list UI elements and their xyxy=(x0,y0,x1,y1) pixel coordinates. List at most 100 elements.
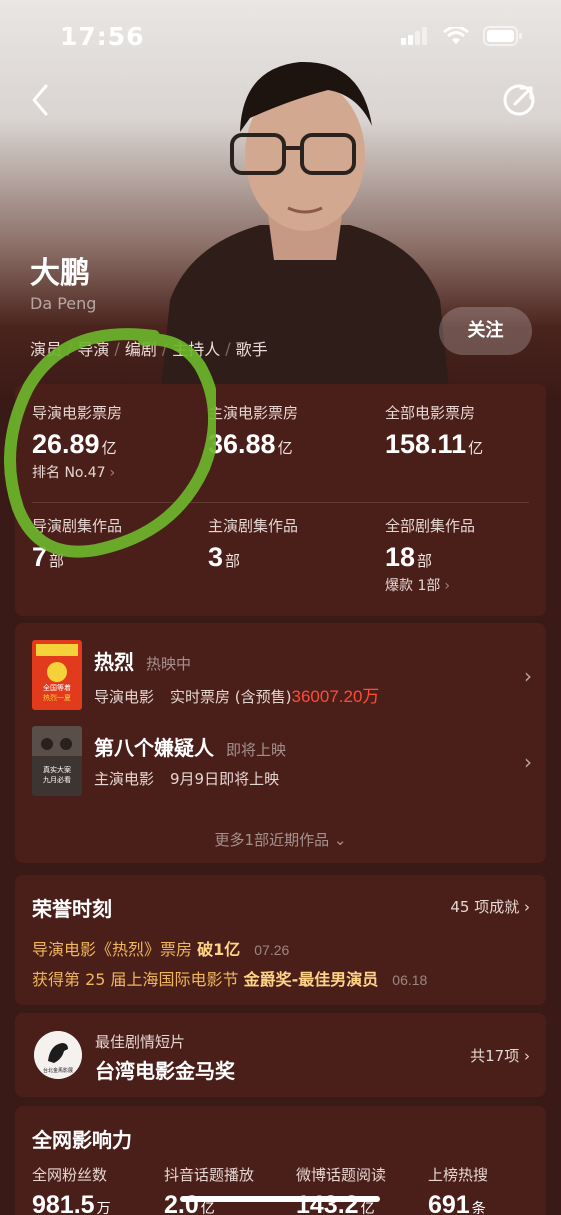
influence-value: 143.2 亿 xyxy=(296,1191,386,1215)
honors-card: 荣誉时刻 45 项成就 › 导演电影《热烈》票房 破1亿 07.26 获得第 25… xyxy=(15,875,546,1005)
hit-series-link[interactable]: 爆款 1部 › xyxy=(385,575,475,595)
award-name: 台湾电影金马奖 xyxy=(95,1059,235,1083)
stat-lead-series[interactable]: 主演剧集作品 3部 xyxy=(208,515,298,573)
box-office-stats-card: 导演电影票房 26.89 亿 排名 No.47 › 主演电影票房 36.88 亿 全部… xyxy=(15,384,546,616)
stat-number: 18 xyxy=(385,542,416,572)
stat-all-series[interactable]: 全部剧集作品 18 部 爆款 1部 › xyxy=(385,515,475,595)
work-title: 热烈 xyxy=(94,650,134,674)
work-title-row: 第八个嫌疑人 即将上映 xyxy=(94,732,286,761)
stat-value: 36.88 亿 xyxy=(208,429,298,460)
influence-label: 抖音话题播放 xyxy=(164,1166,255,1184)
chevron-right-icon: › xyxy=(524,664,532,688)
role-list: 演员 / 导演 / 编剧 / 主持人 / 歌手 xyxy=(30,336,268,360)
work-meta: 实时票房 (含预售) xyxy=(170,688,292,706)
wifi-icon xyxy=(443,27,469,44)
stat-unit: 部 xyxy=(225,552,241,570)
role-screenwriter: 编剧 xyxy=(124,340,157,359)
award-count: 共17项 xyxy=(470,1047,520,1065)
work-role: 主演电影 xyxy=(94,770,155,788)
stat-director-box-office[interactable]: 导演电影票房 26.89 亿 排名 No.47 › xyxy=(32,402,122,482)
work-status: 即将上映 xyxy=(226,741,287,759)
influence-stat: 全网粉丝数 981.5 万 xyxy=(32,1164,111,1215)
stat-label: 全部剧集作品 xyxy=(385,517,476,535)
role-director: 导演 xyxy=(77,340,110,359)
role-separator: / xyxy=(114,338,120,358)
stat-value: 158.11 亿 xyxy=(385,429,483,460)
award-card[interactable]: 台北金馬影展 最佳剧情短片 台湾电影金马奖 共17项 › xyxy=(15,1013,546,1097)
influence-unit: 万 xyxy=(96,1201,111,1215)
work-item-relie[interactable]: 全国等着 热烈一夏 热烈 热映中 导演电影 实时票房 (含预售)36007.20万 … xyxy=(32,640,532,710)
follow-button[interactable]: 关注 xyxy=(439,307,532,355)
logo-text: 台北金馬影展 xyxy=(43,1067,73,1074)
poster-text: 真实大案 xyxy=(43,765,71,774)
influence-number: 981.5 xyxy=(32,1191,95,1215)
ranking-link[interactable]: 排名 No.47 › xyxy=(32,462,122,482)
profile-hero: 17:56 大鹏 Da Peng 演员 / 导演 / 编剧 / 主持人 / 歌手… xyxy=(0,0,561,400)
stat-lead-box-office[interactable]: 主演电影票房 36.88 亿 xyxy=(208,402,298,460)
chevron-right-icon: › xyxy=(444,578,450,594)
poster-text: 热烈一夏 xyxy=(43,693,71,702)
influence-value: 691 条 xyxy=(428,1191,488,1215)
stat-director-series[interactable]: 导演剧集作品 7部 xyxy=(32,515,122,573)
stat-number: 26.89 xyxy=(32,429,100,459)
honor-date: 06.18 xyxy=(392,972,428,988)
movie-poster-relie: 全国等着 热烈一夏 xyxy=(32,640,82,710)
stat-all-box-office[interactable]: 全部电影票房 158.11 亿 xyxy=(385,402,483,460)
influence-title: 全网影响力 xyxy=(32,1128,132,1152)
chevron-right-icon: › xyxy=(524,1047,530,1065)
honor-text: 导演电影《热烈》票房 xyxy=(32,940,193,959)
stat-unit: 亿 xyxy=(101,439,117,457)
share-button[interactable] xyxy=(499,80,539,120)
home-indicator[interactable] xyxy=(180,1196,380,1202)
work-meta: 9月9日即将上映 xyxy=(170,770,280,788)
stat-unit: 部 xyxy=(49,552,65,570)
stat-value: 18 部 xyxy=(385,542,475,573)
recent-works-card: 全国等着 热烈一夏 热烈 热映中 导演电影 实时票房 (含预售)36007.20万 … xyxy=(15,623,546,863)
stat-label: 导演电影票房 xyxy=(32,404,123,422)
influence-unit: 条 xyxy=(471,1201,486,1215)
back-button[interactable] xyxy=(24,80,60,120)
work-meta-row: 主演电影 9月9日即将上映 xyxy=(94,768,279,789)
award-category: 最佳剧情短片 xyxy=(95,1033,186,1051)
influence-stat: 上榜热搜 691 条 xyxy=(428,1164,488,1215)
role-singer: 歌手 xyxy=(235,340,268,359)
chevron-down-icon: ⌄ xyxy=(333,831,347,849)
cellular-signal-icon xyxy=(401,27,427,45)
honor-highlight: 金爵奖-最佳男演员 xyxy=(243,970,379,989)
honor-item: 导演电影《热烈》票房 破1亿 07.26 xyxy=(32,936,289,960)
award-count-link[interactable]: 共17项 › xyxy=(470,1045,530,1066)
role-separator: / xyxy=(161,338,168,358)
chevron-right-icon: › xyxy=(524,750,532,774)
work-status: 热映中 xyxy=(146,655,192,673)
stat-label: 主演剧集作品 xyxy=(208,517,299,535)
ranking-label: 排名 No.47 xyxy=(32,465,106,481)
work-role: 导演电影 xyxy=(94,688,155,706)
stat-label: 导演剧集作品 xyxy=(32,517,123,535)
role-host: 主持人 xyxy=(172,340,221,359)
honor-highlight: 破1亿 xyxy=(197,940,241,959)
stat-label: 全部电影票房 xyxy=(385,404,476,422)
influence-number: 2.0 xyxy=(164,1191,199,1215)
stat-unit: 亿 xyxy=(277,439,293,457)
actor-name: 大鹏 xyxy=(30,256,90,291)
stat-label: 主演电影票房 xyxy=(208,404,299,422)
poster-text: 全国等着 xyxy=(43,683,71,692)
more-works-label: 更多1部近期作品 xyxy=(214,831,330,849)
influence-value: 981.5 万 xyxy=(32,1191,111,1215)
stat-number: 36.88 xyxy=(208,429,276,459)
battery-icon xyxy=(483,26,522,46)
role-actor: 演员 xyxy=(30,340,63,359)
work-item-eighth-suspect[interactable]: 真实大案 九月必看 第八个嫌疑人 即将上映 主演电影 9月9日即将上映 › xyxy=(32,726,532,796)
influence-unit: 亿 xyxy=(200,1201,215,1215)
stat-number: 7 xyxy=(32,542,48,572)
chevron-right-icon: › xyxy=(109,465,116,481)
stat-unit: 部 xyxy=(417,552,433,570)
honors-count-link[interactable]: 45 项成就 › xyxy=(450,896,530,917)
honor-date: 07.26 xyxy=(254,942,290,958)
more-works-toggle[interactable]: 更多1部近期作品 ⌄ xyxy=(15,829,546,850)
status-time: 17:56 xyxy=(60,22,145,51)
honors-title: 荣誉时刻 xyxy=(32,897,112,921)
stat-value: 3部 xyxy=(208,542,298,573)
realtime-box-office: 36007.20万 xyxy=(291,687,380,706)
chevron-right-icon: › xyxy=(524,898,530,916)
